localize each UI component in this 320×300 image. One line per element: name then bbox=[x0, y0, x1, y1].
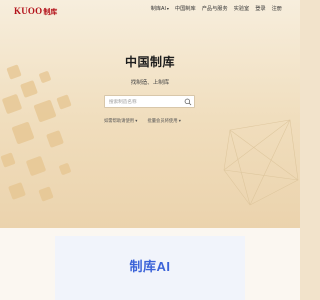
nav-item-login[interactable]: 登录 bbox=[255, 5, 265, 12]
site-logo[interactable]: KUOO 制库 bbox=[14, 6, 57, 17]
nav-item-lab[interactable]: 实验室 bbox=[234, 5, 250, 12]
top-navbar: KUOO 制库 制库AI▾ 中国制库 产品与服务 实验室 登录 注册 bbox=[0, 0, 300, 22]
nav-menu: 制库AI▾ 中国制库 产品与服务 实验室 登录 注册 bbox=[151, 5, 282, 12]
nav-item-ai-label: 制库AI bbox=[150, 6, 166, 12]
help-link-batch[interactable]: 批量会员将使用 ▾ bbox=[147, 118, 180, 124]
page-title: 中国制库 bbox=[124, 55, 175, 69]
nav-item-ai[interactable]: 制库AI▾ bbox=[151, 5, 169, 12]
search-icon[interactable] bbox=[184, 98, 192, 106]
decorative-network-lines bbox=[223, 119, 299, 206]
nav-item-register[interactable]: 注册 bbox=[272, 5, 282, 12]
help-link-guide[interactable]: 如需帮助请使用 ▾ bbox=[104, 118, 137, 124]
chevron-down-icon: ▾ bbox=[166, 6, 169, 11]
nav-item-products[interactable]: 产品与服务 bbox=[202, 5, 228, 12]
nav-item-china-kuoo[interactable]: 中国制库 bbox=[175, 5, 196, 12]
page-subtitle: 找制造、上制库 bbox=[130, 80, 170, 86]
search-box bbox=[104, 95, 195, 108]
logo-text-cn: 制库 bbox=[43, 8, 58, 16]
hero-banner: KUOO 制库 制库AI▾ 中国制库 产品与服务 实验室 登录 注册 中国制库 … bbox=[0, 0, 300, 228]
logo-text-en: KUOO bbox=[14, 6, 43, 16]
search-input[interactable] bbox=[105, 96, 185, 107]
ai-section-title: 制库AI bbox=[129, 259, 171, 274]
help-links: 如需帮助请使用 ▾ 批量会员将使用 ▾ bbox=[104, 118, 214, 124]
